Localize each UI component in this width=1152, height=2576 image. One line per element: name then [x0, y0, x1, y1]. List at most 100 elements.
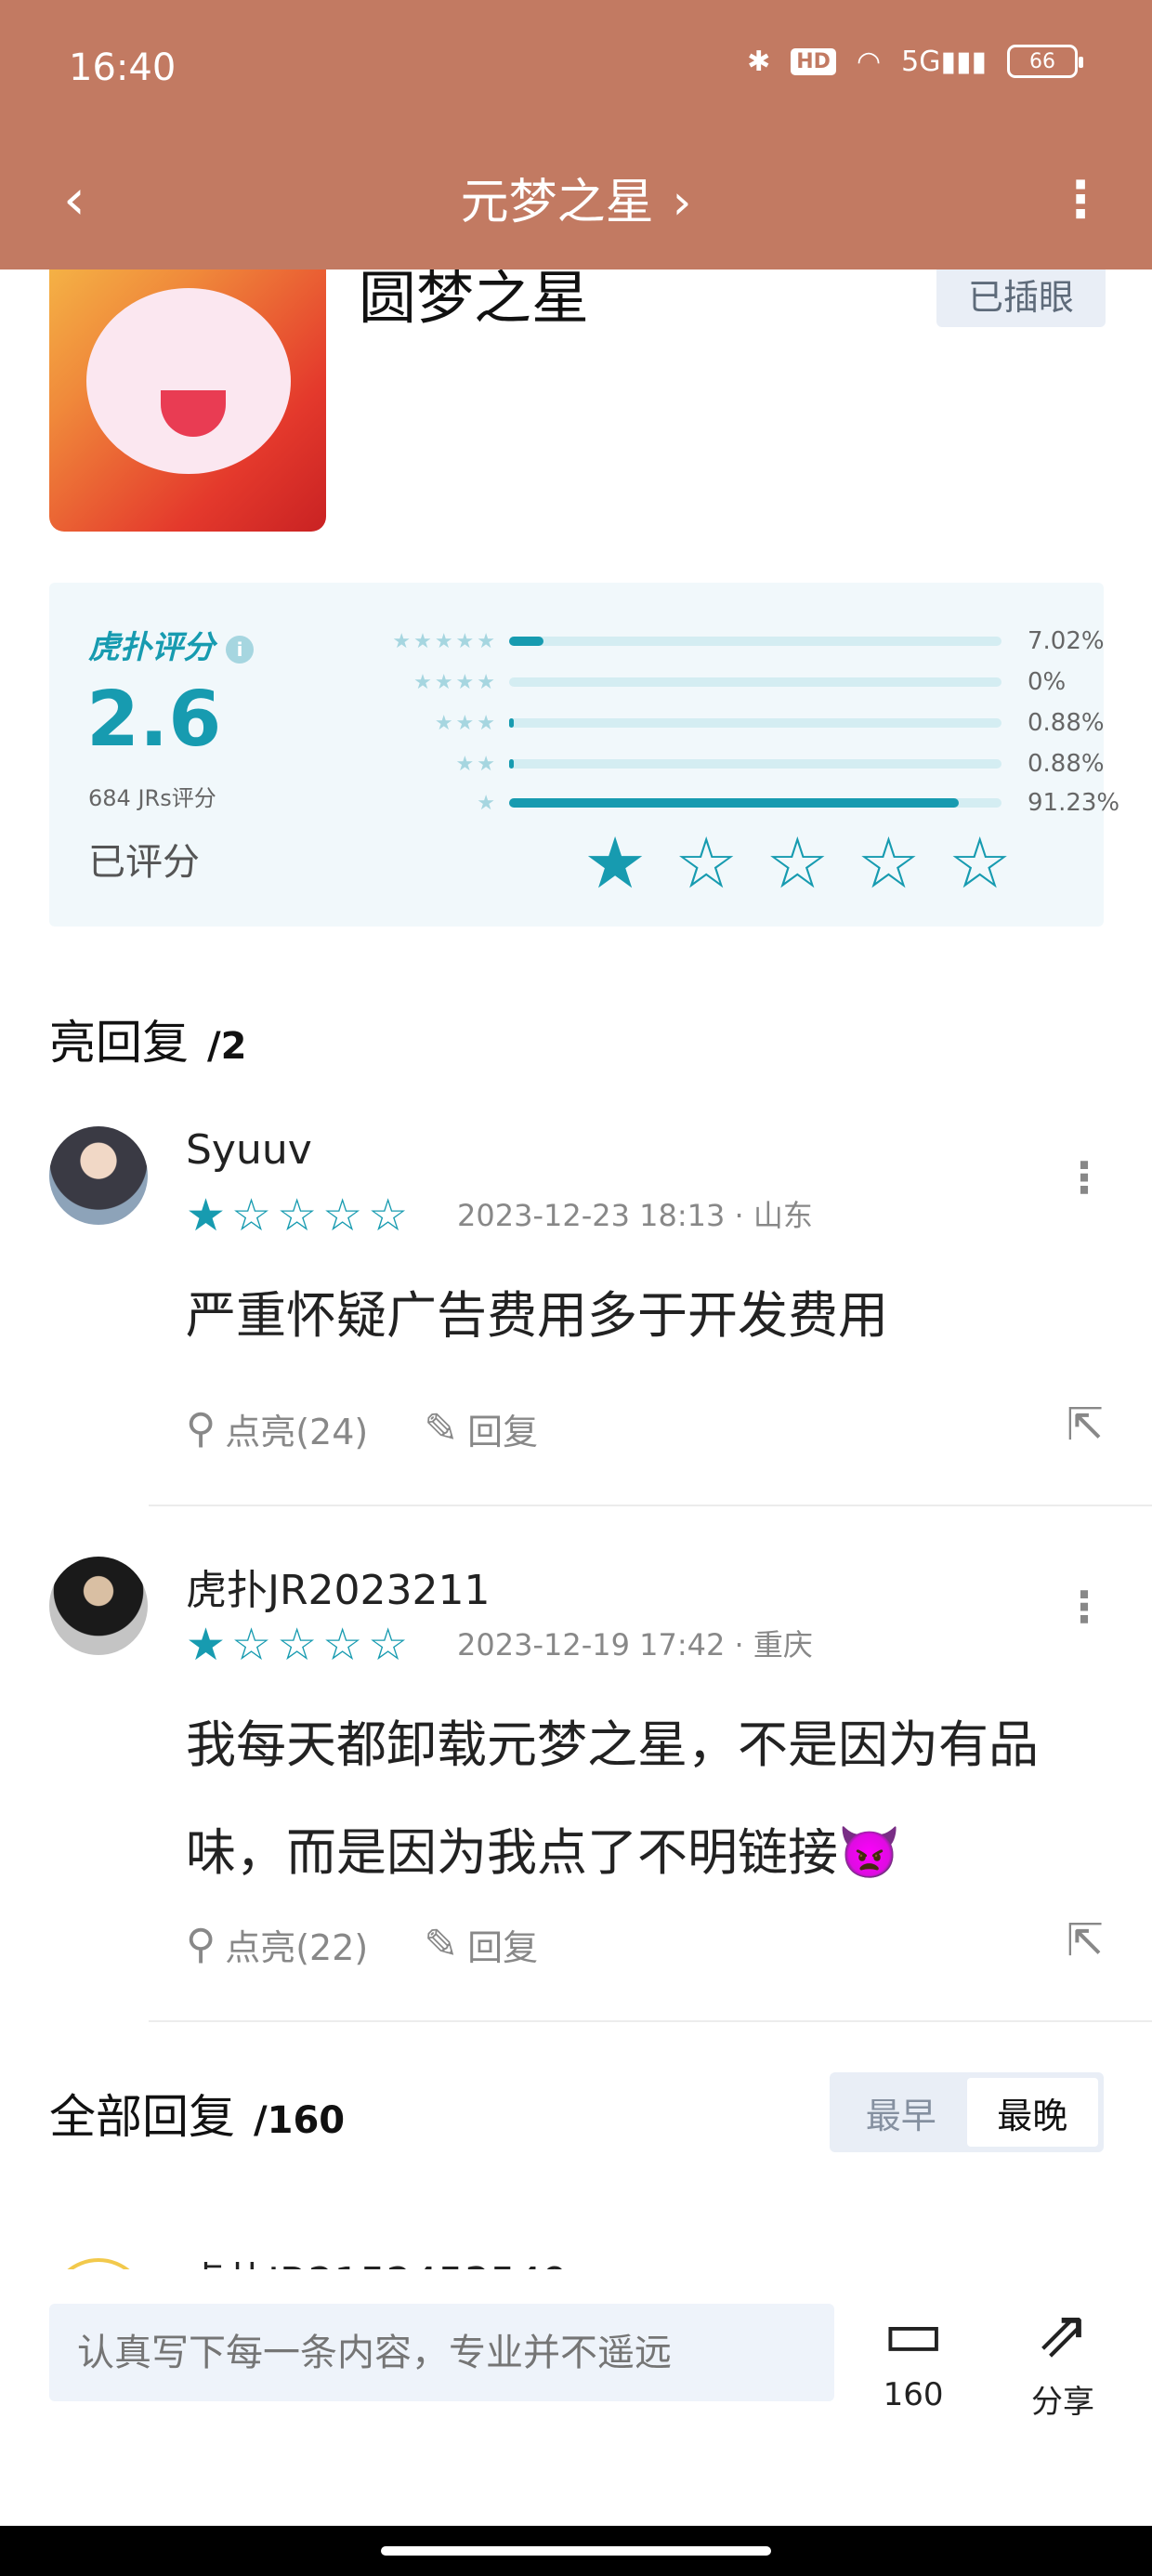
lightbulb-icon: ⚲ [186, 1405, 216, 1452]
all-replies-title: 全部回复/160 [49, 2080, 345, 2147]
chevron-right-icon: › [672, 175, 692, 230]
battery-level: 66 [1029, 49, 1055, 73]
edit-icon: ✎ [424, 1405, 459, 1452]
comment-stars: ★ ☆ ☆ ☆ ☆ [186, 1622, 408, 1668]
dist-pct: 7.02% [1028, 627, 1105, 655]
more-icon: ⋮ [1055, 170, 1106, 229]
status-time: 16:40 [69, 46, 177, 89]
lightbulb-icon: ⚲ [186, 1921, 216, 1968]
dist-bar-track [509, 637, 1001, 646]
comment-username[interactable]: 虎扑JR2023211 [186, 1557, 491, 1616]
my-star-1[interactable]: ★ [583, 826, 647, 900]
hot-replies-label: 亮回复 [49, 1016, 189, 1070]
like-button[interactable]: ⚲ 点亮(22) [186, 1919, 368, 1970]
comment-actions: ⚲ 点亮(24) ✎ 回复 [186, 1403, 594, 1454]
all-replies-label: 全部回复 [49, 2090, 235, 2144]
dist-stars: ★★★★★ [392, 629, 498, 653]
star-icon: ☆ [277, 1189, 318, 1242]
reply-input[interactable] [49, 2304, 834, 2401]
dist-bar-track [509, 718, 1001, 728]
all-replies-count: /160 [254, 2099, 346, 2142]
star-icon: ☆ [322, 1619, 363, 1671]
like-button[interactable]: ⚲ 点亮(24) [186, 1403, 368, 1454]
rating-brand: 虎扑评分 i [88, 622, 254, 667]
dist-stars: ★ [477, 791, 498, 815]
peek-avatar[interactable] [49, 2258, 148, 2269]
home-indicator[interactable] [381, 2546, 771, 2556]
sort-latest[interactable]: 最晚 [966, 2078, 1098, 2147]
comments-button[interactable]: ▭ 160 [883, 2296, 944, 2413]
dist-bar-fill [509, 718, 514, 728]
reply-label: 回复 [467, 1412, 539, 1452]
rating-brand-text: 虎扑评分 [88, 629, 215, 666]
sort-toggle: 最早 最晚 [830, 2072, 1104, 2152]
peek-username: 虎扑JR2152453549 [186, 2249, 569, 2269]
comment-meta: 2023-12-19 17:42 · 重庆 [457, 1627, 813, 1663]
share-icon: ⇱ [1066, 1399, 1104, 1451]
avatar[interactable] [49, 1557, 148, 1655]
rating-count: 684 JRs评分 [88, 785, 216, 811]
follow-button[interactable]: 已插眼 [936, 260, 1106, 327]
rating-dist-row: ★★★★ 0% [314, 668, 1104, 696]
dist-pct: 0.88% [1028, 709, 1105, 737]
star-icon: ☆ [368, 1189, 409, 1242]
signal-icon: 5G▮▮▮ [901, 45, 987, 78]
rating-dist-row: ★★★ 0.88% [314, 709, 1105, 737]
star-icon: ☆ [231, 1619, 272, 1671]
comment-count: 160 [883, 2376, 944, 2413]
my-rating-stars[interactable]: ★ ☆ ☆ ☆ ☆ [583, 826, 1012, 900]
bluetooth-icon: ✱ [747, 45, 771, 78]
my-star-3[interactable]: ☆ [766, 826, 829, 900]
like-label: 点亮(24) [225, 1412, 369, 1452]
reply-button[interactable]: ✎ 回复 [424, 1919, 538, 1970]
reply-button[interactable]: ✎ 回复 [424, 1403, 538, 1454]
share-button[interactable]: ⇗ 分享 [1031, 2296, 1094, 2422]
share-icon: ⇗ [1035, 2295, 1091, 2372]
header-title[interactable]: 元梦之星 › [0, 163, 1152, 232]
divider [149, 2020, 1152, 2022]
star-icon: ☆ [231, 1189, 272, 1242]
dist-bar-track [509, 798, 1001, 808]
my-star-5[interactable]: ☆ [949, 826, 1012, 900]
wifi-icon: ◠ [856, 45, 882, 78]
dist-pct: 91.23% [1028, 789, 1120, 817]
rating-dist-row: ★★★★★ 7.02% [314, 627, 1104, 655]
comment-body: 我每天都卸载元梦之星，不是因为有品味，而是因为我点了不明链接👿 [186, 1715, 1039, 1882]
star-icon: ☆ [368, 1619, 409, 1671]
sort-earliest[interactable]: 最早 [835, 2078, 967, 2147]
dist-pct: 0% [1028, 668, 1067, 696]
comment-username[interactable]: Syuuv [186, 1126, 312, 1174]
dist-pct: 0.88% [1028, 750, 1105, 778]
rating-dist-row: ★★ 0.88% [314, 750, 1105, 778]
info-icon[interactable]: i [226, 635, 254, 664]
more-options-button[interactable]: ⋮ [1055, 167, 1106, 232]
dist-bar-fill [509, 798, 959, 808]
my-star-4[interactable]: ☆ [857, 826, 920, 900]
rating-dist-row: ★ 91.23% [314, 789, 1120, 817]
battery-icon: 66 [1007, 45, 1083, 78]
reply-label: 回复 [467, 1927, 539, 1968]
edit-icon: ✎ [424, 1921, 459, 1968]
star-icon: ★ [186, 1619, 227, 1671]
hot-replies-count: /2 [207, 1025, 247, 1068]
comment-meta: 2023-12-23 18:13 · 山东 [457, 1198, 813, 1233]
rated-label: 已评分 [88, 841, 200, 884]
rating-panel: 虎扑评分 i 2.6 684 JRs评分 已评分 ★★★★★ 7.02% ★★★★ 0%… [49, 583, 1120, 927]
comment-more-button[interactable]: ⋮ [1063, 1582, 1106, 1632]
my-star-2[interactable]: ☆ [674, 826, 738, 900]
status-icons: ✱ HD ◠ 5G▮▮▮ 66 [747, 45, 1083, 78]
share-label: 分享 [1031, 2384, 1094, 2421]
comment-more-button[interactable]: ⋮ [1063, 1152, 1106, 1203]
share-comment-button[interactable]: ⇱ [1067, 1914, 1104, 1966]
avatar[interactable] [49, 1126, 148, 1225]
share-comment-button[interactable]: ⇱ [1067, 1399, 1104, 1451]
rating-score: 2.6 [86, 676, 222, 764]
dist-bar-fill [509, 637, 544, 646]
hd-icon: HD [791, 47, 836, 75]
star-icon: ★ [186, 1189, 227, 1242]
dist-bar-fill [509, 759, 514, 769]
like-label: 点亮(22) [225, 1927, 369, 1968]
header-title-text: 元梦之星 [460, 175, 654, 230]
top-bar: 16:40 ✱ HD ◠ 5G▮▮▮ 66 ‹ 元梦之星 › ⋮ [0, 0, 1152, 269]
comment-stars: ★ ☆ ☆ ☆ ☆ [186, 1192, 408, 1239]
